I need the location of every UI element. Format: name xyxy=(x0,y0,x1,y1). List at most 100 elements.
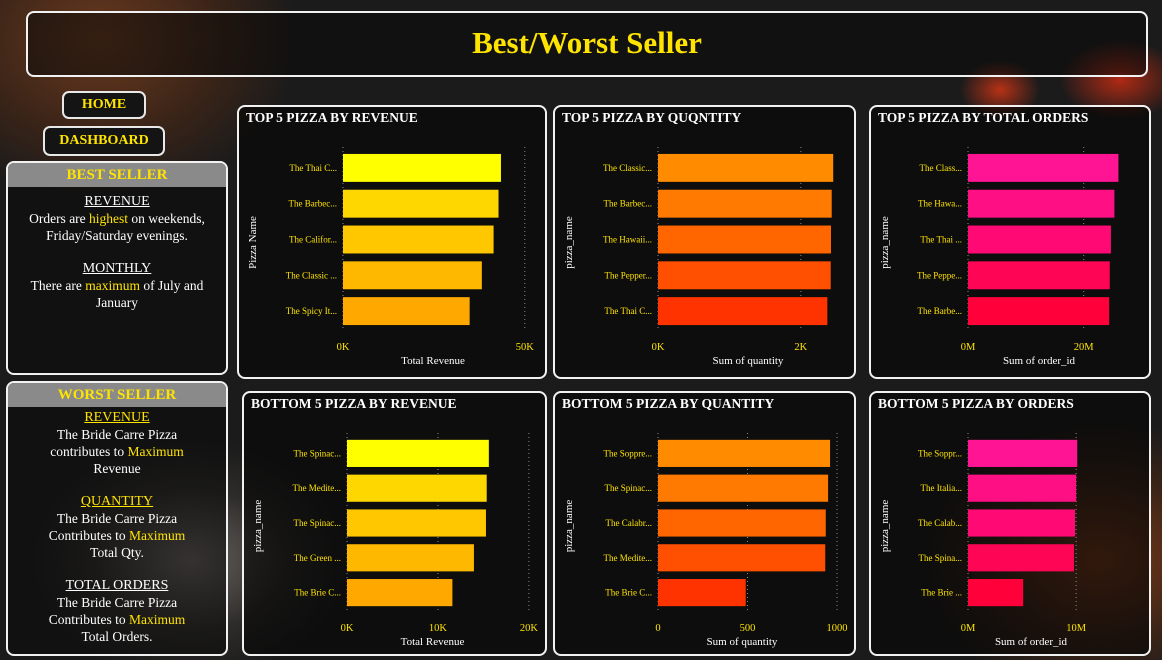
bar xyxy=(968,225,1111,254)
bar xyxy=(658,579,746,607)
bar xyxy=(658,544,826,572)
worst-orders-text: Contributes to Maximum xyxy=(16,611,218,628)
tick-label: 10M xyxy=(1066,623,1087,634)
best-seller-heading: BEST SELLER xyxy=(8,163,226,187)
x-axis-label: Sum of quantity xyxy=(707,636,778,648)
category-label: The Brie C... xyxy=(294,588,341,598)
page-title: Best/Worst Seller xyxy=(472,25,702,60)
y-axis-label: pizza_name xyxy=(879,216,891,269)
best-revenue-text: Orders are highest on weekends, Friday/S… xyxy=(16,210,218,244)
chart-bottom-quantity: The Soppre... The Spinac... The Calabr... T… xyxy=(553,391,856,656)
category-label: The Hawaii... xyxy=(603,235,652,245)
category-label: The Medite... xyxy=(604,553,653,563)
category-label: The Pepper... xyxy=(605,270,653,280)
bar xyxy=(347,544,474,572)
y-axis-label: pizza_name xyxy=(563,500,575,553)
x-axis-label: Sum of order_id xyxy=(995,636,1068,648)
bar xyxy=(347,579,453,607)
bar-chart-svg: The Soppr... The Italia... The Calab... The… xyxy=(879,433,1087,648)
best-monthly-highlight: maximum xyxy=(85,278,141,293)
y-axis-label: pizza_name xyxy=(563,216,575,269)
worst-orders-title: TOTAL ORDERS xyxy=(65,578,169,593)
chart-title: BOTTOM 5 PIZZA BY REVENUE xyxy=(251,396,457,411)
bar xyxy=(968,474,1077,502)
worst-quantity-title: QUANTITY xyxy=(80,494,154,509)
bar xyxy=(343,189,499,218)
category-label: The Classic ... xyxy=(286,270,337,280)
tick-label: 50K xyxy=(516,342,535,353)
category-label: The Brie C... xyxy=(605,588,652,598)
worst-revenue-section: REVENUE The Bride Carre Pizza contribute… xyxy=(8,409,226,477)
worst-quantity-pre: Contributes to xyxy=(48,528,126,543)
chart-top-orders: The Class... The Hawa... The Thai ... The P… xyxy=(869,105,1151,379)
category-label: The Calab... xyxy=(918,518,962,528)
bar xyxy=(658,439,831,467)
category-label: The Green ... xyxy=(294,553,341,563)
title-banner: Best/Worst Seller xyxy=(26,11,1148,77)
worst-revenue-title: REVENUE xyxy=(84,410,150,425)
chart-bottom-orders: The Soppr... The Italia... The Calab... The… xyxy=(869,391,1151,656)
worst-seller-heading: WORST SELLER xyxy=(8,383,226,407)
category-label: The Class... xyxy=(920,163,963,173)
best-monthly-pre: There are xyxy=(30,278,82,293)
category-label: The Spicy It... xyxy=(286,306,337,316)
chart-bottom-revenue: The Spinac... The Medite... The Spinac... T… xyxy=(242,391,547,656)
worst-orders-line1: The Bride Carre Pizza xyxy=(56,595,178,610)
bar xyxy=(343,153,501,182)
worst-orders-pre: Contributes to xyxy=(48,612,126,627)
category-label: The Classic... xyxy=(603,163,652,173)
category-label: The Spinac... xyxy=(605,483,653,493)
worst-revenue-text: contributes to Maximum xyxy=(16,443,218,460)
tick-label: 2K xyxy=(794,342,807,353)
category-label: The Hawa... xyxy=(918,199,962,209)
best-monthly-title: MONTHLY xyxy=(82,261,152,276)
x-axis-label: Sum of order_id xyxy=(1003,355,1076,367)
category-label: The Spinac... xyxy=(294,448,342,458)
chart-title: TOP 5 PIZZA BY REVENUE xyxy=(246,110,418,125)
tick-label: 0M xyxy=(961,623,976,634)
worst-orders-highlight: Maximum xyxy=(129,612,186,627)
bar xyxy=(658,261,831,290)
category-label: The Barbec... xyxy=(604,199,652,209)
chart-top-revenue: The Thai C... The Barbec... The Califor...… xyxy=(237,105,547,379)
category-label: The Soppre... xyxy=(604,448,653,458)
chart-title: TOP 5 PIZZA BY QUQNTITY xyxy=(562,110,742,125)
tick-label: 10K xyxy=(429,623,448,634)
tick-label: 20K xyxy=(520,623,539,634)
worst-quantity-line1: The Bride Carre Pizza xyxy=(56,511,178,526)
bar-chart-svg: The Spinac... The Medite... The Spinac... T… xyxy=(252,433,539,648)
bar xyxy=(968,439,1078,467)
bar xyxy=(343,261,482,290)
best-seller-panel: BEST SELLER REVENUE Orders are highest o… xyxy=(6,161,228,375)
bar xyxy=(968,297,1110,326)
bar xyxy=(968,153,1119,182)
category-label: The Peppe... xyxy=(917,270,962,280)
x-axis-label: Total Revenue xyxy=(401,355,465,367)
bar-chart-svg: The Soppre... The Spinac... The Calabr... T… xyxy=(563,433,848,648)
bar xyxy=(968,579,1024,607)
bar-chart-svg: The Thai C... The Barbec... The Califor...… xyxy=(247,147,535,367)
chart-title: BOTTOM 5 PIZZA BY QUANTITY xyxy=(562,396,775,411)
worst-revenue-post: Revenue xyxy=(93,461,141,476)
tick-label: 1000 xyxy=(827,623,848,634)
best-revenue-highlight: highest xyxy=(89,211,129,226)
category-label: The Spina... xyxy=(919,553,963,563)
best-revenue-title: REVENUE xyxy=(84,194,150,209)
worst-quantity-post: Total Qty. xyxy=(90,545,144,560)
category-label: The Calabr... xyxy=(606,518,653,528)
worst-quantity-section: QUANTITY The Bride Carre Pizza Contribut… xyxy=(8,493,226,561)
best-revenue-section: REVENUE Orders are highest on weekends, … xyxy=(8,193,226,244)
dashboard-button[interactable]: DASHBOARD xyxy=(43,126,165,156)
worst-revenue-pre: contributes to xyxy=(50,444,125,459)
category-label: The Barbe... xyxy=(918,306,962,316)
worst-revenue-highlight: Maximum xyxy=(127,444,184,459)
tick-label: 0M xyxy=(961,342,976,353)
x-axis-label: Total Revenue xyxy=(401,636,465,648)
worst-revenue-line1: The Bride Carre Pizza xyxy=(56,427,178,442)
tick-label: 0 xyxy=(655,623,660,634)
bar xyxy=(658,225,831,254)
home-button[interactable]: HOME xyxy=(62,91,146,119)
category-label: The Thai C... xyxy=(604,306,652,316)
bar xyxy=(347,509,486,537)
bar xyxy=(343,297,470,326)
